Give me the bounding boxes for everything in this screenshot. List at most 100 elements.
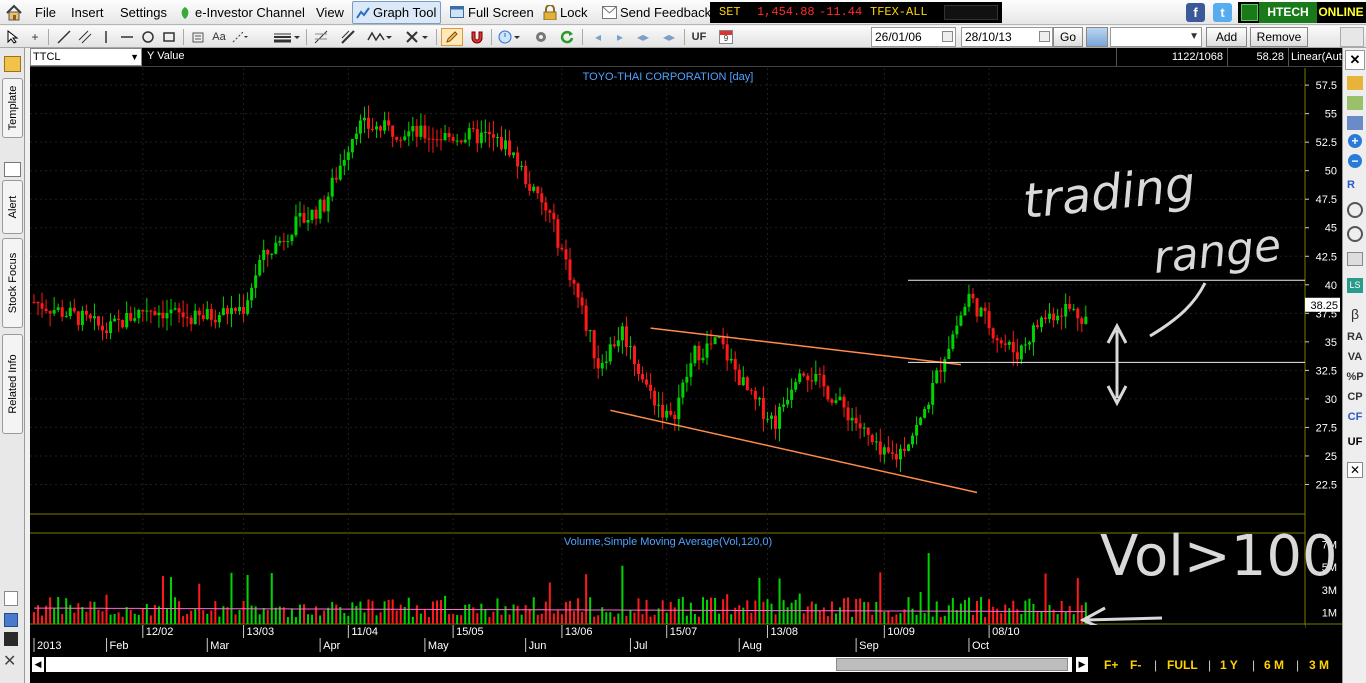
menu-file[interactable]: File	[35, 0, 56, 25]
volume-bar	[943, 615, 946, 624]
cf-button[interactable]: CF	[1345, 409, 1365, 425]
volume-bar	[246, 574, 249, 624]
magnify-icon[interactable]	[1347, 202, 1363, 218]
rectangle-icon[interactable]	[160, 28, 178, 46]
tab-stock-focus[interactable]: Stock Focus	[2, 238, 23, 328]
symbol-select[interactable]: TTCL ▼	[30, 48, 142, 66]
settings-icon[interactable]	[532, 28, 550, 46]
timer-icon[interactable]	[497, 28, 523, 46]
layout-icon[interactable]	[1347, 116, 1363, 130]
scroll-thumb[interactable]	[836, 658, 1068, 671]
facebook-icon[interactable]: f	[1186, 3, 1205, 22]
go-button[interactable]: Go	[1053, 27, 1083, 47]
tab-related-info[interactable]: Related Info	[2, 334, 23, 434]
date-to-field[interactable]: 28/10/13	[961, 27, 1053, 47]
pattern-icon[interactable]	[366, 28, 394, 46]
menu-view[interactable]: View	[316, 0, 344, 25]
volume-bar	[758, 577, 761, 624]
indicator-select[interactable]: ▼	[1110, 27, 1202, 47]
range-1y-button[interactable]: 1 Y	[1220, 656, 1238, 674]
date-to-toggle[interactable]	[1039, 31, 1050, 42]
ticker-set-change: -11.44	[819, 5, 863, 19]
line-icon[interactable]	[55, 28, 73, 46]
uf-button[interactable]: UF	[688, 28, 710, 46]
folder-icon[interactable]	[4, 56, 21, 72]
zoom-in-icon[interactable]: +	[1348, 134, 1362, 148]
cursor-mode-icon[interactable]: R	[1347, 179, 1355, 191]
scroll-right-icon[interactable]: ▶	[1076, 657, 1088, 672]
twitter-icon[interactable]: t	[1213, 3, 1232, 22]
date-from-toggle[interactable]	[942, 31, 953, 42]
uf-side-button[interactable]: UF	[1345, 434, 1365, 450]
menu-full-screen[interactable]: Full Screen	[468, 0, 534, 25]
refresh-icon[interactable]	[558, 28, 576, 46]
date-from-field[interactable]: 26/01/06	[871, 27, 956, 47]
pencil-icon[interactable]	[441, 28, 463, 46]
range-6m-button[interactable]: 6 M	[1264, 656, 1284, 674]
scroll-track[interactable]	[46, 657, 1072, 672]
percent-p-button[interactable]: %P	[1345, 369, 1365, 385]
magnify-fit-icon[interactable]	[1347, 226, 1363, 242]
zoom-out-icon[interactable]: −	[1348, 154, 1362, 168]
line-width-icon[interactable]	[272, 28, 302, 46]
circle-icon[interactable]	[139, 28, 157, 46]
remove-button[interactable]: Remove	[1250, 27, 1308, 47]
volume-bar	[778, 578, 781, 624]
tab-template[interactable]: Template	[2, 78, 23, 138]
zoom-out-f-icon[interactable]: F-	[1130, 656, 1141, 674]
crosshair-icon[interactable]: +	[26, 28, 44, 46]
range-3m-button[interactable]: 3 M	[1309, 656, 1329, 674]
va-button[interactable]: VA	[1345, 349, 1365, 365]
nav-prev-icon[interactable]: ▸	[611, 28, 629, 46]
text-icon[interactable]: Aa	[210, 28, 228, 46]
cp-button[interactable]: CP	[1345, 389, 1365, 405]
price-chart[interactable]: 57.55552.55047.54542.54037.53532.53027.5…	[30, 68, 1342, 676]
menu-settings[interactable]: Settings	[120, 0, 167, 25]
trend-icon[interactable]	[339, 28, 357, 46]
save-icon[interactable]	[4, 613, 18, 627]
home-icon[interactable]	[5, 4, 23, 21]
add-button[interactable]: Add	[1206, 27, 1247, 47]
ls-icon[interactable]: LS	[1347, 278, 1363, 293]
sidebar-close-icon[interactable]: ✕	[1345, 50, 1365, 70]
vertical-line-icon[interactable]	[97, 28, 115, 46]
scale-mode[interactable]: Linear(Auto	[1288, 48, 1342, 66]
print-icon[interactable]	[4, 632, 18, 646]
alert-icon[interactable]	[4, 162, 21, 177]
color-picker-icon[interactable]	[1086, 27, 1108, 47]
close-icon[interactable]: ✕	[3, 654, 16, 670]
menu-lock[interactable]: Lock	[560, 0, 587, 25]
menu-graph-tool[interactable]: Graph Tool	[352, 1, 442, 24]
parallel-icon[interactable]	[76, 28, 94, 46]
chart-area[interactable]: TTCL ▼ Y Value 1122/1068 58.28 Linear(Au…	[30, 48, 1342, 683]
cursor-icon[interactable]	[4, 28, 22, 46]
range-full-button[interactable]: FULL	[1167, 656, 1198, 674]
magnet-icon[interactable]	[468, 28, 486, 46]
calendar-icon[interactable]: 9	[717, 28, 735, 46]
beta-button[interactable]: β	[1345, 306, 1365, 322]
menu-einvestor-channel[interactable]: e-Investor Channel	[195, 0, 305, 25]
nav-next-icon[interactable]: ◂▸	[634, 28, 652, 46]
table-icon[interactable]	[1347, 252, 1363, 266]
menu-send-feedback[interactable]: Send Feedback	[620, 0, 711, 25]
scroll-left-icon[interactable]: ◀	[32, 657, 44, 672]
ra-button[interactable]: RA	[1345, 329, 1365, 345]
nav-first-icon[interactable]: ◂	[589, 28, 607, 46]
horizontal-line-icon[interactable]	[118, 28, 136, 46]
chart-template-icon[interactable]	[1347, 96, 1363, 110]
delete-icon[interactable]	[404, 28, 432, 46]
line-style-icon[interactable]	[231, 28, 249, 46]
zoom-in-f-icon[interactable]: F+	[1104, 656, 1118, 674]
toolbar-extra[interactable]	[1340, 27, 1364, 47]
fibonacci-icon[interactable]	[312, 28, 330, 46]
folder-open-icon[interactable]	[1347, 76, 1363, 90]
close-panel-icon[interactable]: ✕	[1347, 462, 1363, 478]
eraser-icon[interactable]	[189, 28, 207, 46]
nav-last-icon[interactable]: ◂▸	[660, 28, 678, 46]
new-document-icon[interactable]	[4, 591, 18, 606]
tab-alert[interactable]: Alert	[2, 180, 23, 234]
volume-bar	[456, 615, 459, 624]
candle-body	[298, 213, 302, 217]
menu-insert[interactable]: Insert	[71, 0, 104, 25]
volume-bar	[697, 616, 700, 624]
